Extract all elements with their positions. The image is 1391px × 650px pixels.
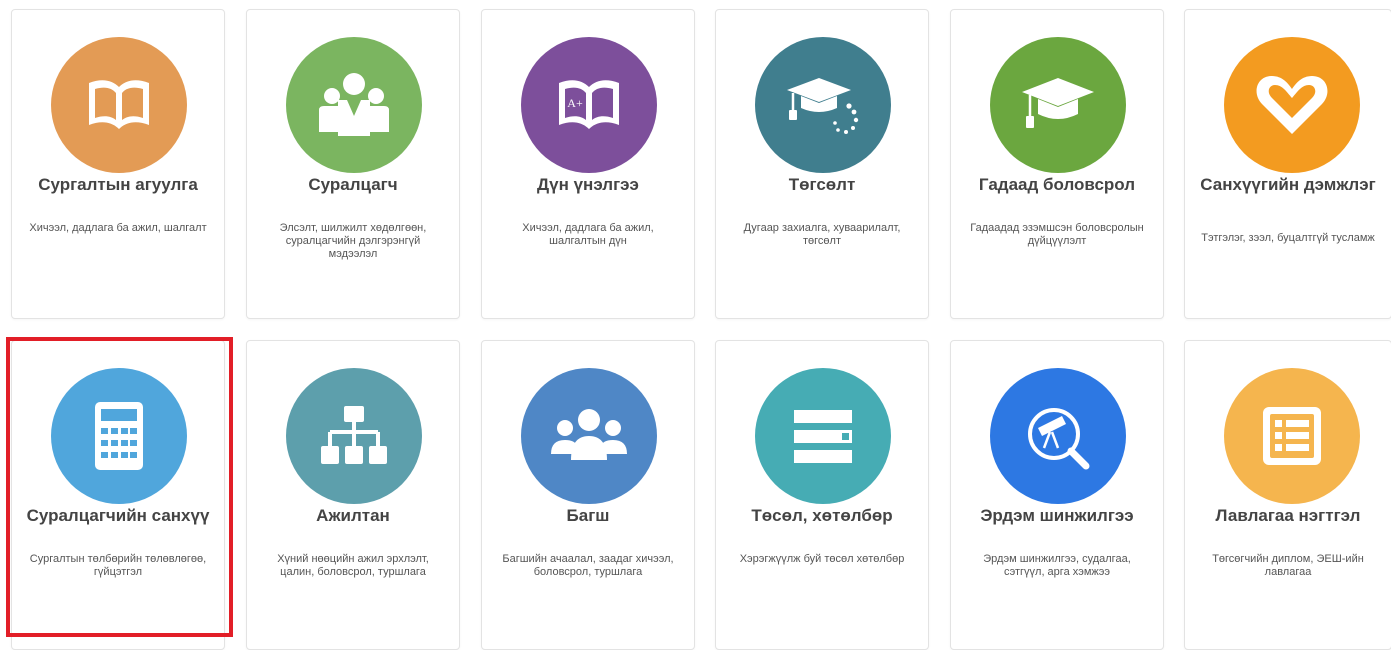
tile-description: Гадаадад эзэмшсэн боловсролын дүйцүүлэлт (970, 222, 1144, 247)
tile-student-finance[interactable]: Суралцагчийн санхүү Сургалтын төлбөрийн … (11, 340, 225, 650)
tile-icon-circle (521, 368, 657, 504)
tile-icon-circle (755, 368, 891, 504)
tile-research[interactable]: Эрдэм шинжилгээ Эрдэм шинжилгээ, судалга… (950, 340, 1164, 650)
tile-description: Эрдэм шинжилгээ, судалгаа, сэтгүүл, арга… (983, 553, 1131, 578)
tile-description: Тэтгэлэг, зээл, буцалтгүй тусламж (1201, 232, 1375, 244)
tile-references[interactable]: Лавлагаа нэгтгэл Төгсөгчийн диплом, ЭЕШ-… (1184, 340, 1391, 650)
tile-description: Хичээл, дадлага ба ажил, шалгалтын дүн (522, 222, 654, 247)
tile-title: Суралцагч (308, 175, 398, 194)
tile-icon-circle (990, 37, 1126, 173)
tile-icon-circle (990, 368, 1126, 504)
tile-description: Элсэлт, шилжилт хөдөлгөөн, суралцагчийн … (279, 222, 427, 260)
graduation-cap-icon (1022, 78, 1094, 128)
org-chart-icon (321, 406, 387, 464)
tile-grades[interactable]: A+ Дүн үнэлгээ Хичээл, дадлага ба ажил, … (481, 9, 695, 319)
list-bars-icon (794, 410, 852, 463)
tile-icon-circle (286, 37, 422, 173)
checklist-icon (1263, 407, 1321, 465)
tile-title: Ажилтан (316, 506, 390, 525)
tile-projects[interactable]: Төсөл, хөтөлбөр Хэрэгжүүлж буй төсөл хөт… (715, 340, 929, 650)
tile-icon-circle (1224, 37, 1360, 173)
tile-title: Дүн үнэлгээ (537, 175, 639, 194)
tile-description: Төгсөгчийн диплом, ЭЕШ-ийн лавлагаа (1212, 553, 1364, 578)
tile-icon-circle (286, 368, 422, 504)
tile-financial-support[interactable]: Санхүүгийн дэмжлэг Тэтгэлэг, зээл, буцал… (1184, 9, 1391, 319)
open-book-icon (89, 80, 149, 129)
tile-description: Хэрэгжүүлж буй төсөл хөтөлбөр (739, 553, 905, 565)
tile-teachers[interactable]: Багш Багшийн ачаалал, заадаг хичээл, бол… (481, 340, 695, 650)
tile-title: Эрдэм шинжилгээ (980, 506, 1134, 525)
tile-description: Сургалтын төлбөрийн төлөвлөгөө, гүйцэтгэ… (29, 553, 207, 578)
tile-icon-circle (51, 37, 187, 173)
tile-title: Лавлагаа нэгтгэл (1215, 506, 1361, 525)
tile-icon-circle: A+ (521, 37, 657, 173)
students-group-icon (319, 73, 389, 136)
tile-description: Хичээл, дадлага ба ажил, шалгалт (29, 222, 207, 234)
grade-mark: A+ (567, 96, 583, 110)
tile-icon-circle (51, 368, 187, 504)
tile-title: Суралцагчийн санхүү (26, 506, 210, 525)
heart-icon (1256, 76, 1328, 134)
tile-title: Төгсөлт (788, 175, 856, 194)
calculator-icon (95, 402, 143, 470)
tile-title: Гадаад боловсрол (978, 175, 1136, 194)
tile-title: Төсөл, хөтөлбөр (751, 506, 893, 525)
tile-graduation[interactable]: Төгсөлт Дугаар захиалга, хуваарилалт, тө… (715, 9, 929, 319)
tile-title: Багш (566, 506, 610, 525)
tile-students[interactable]: Суралцагч Элсэлт, шилжилт хөдөлгөөн, сур… (246, 9, 460, 319)
tile-title: Сургалтын агуулга (38, 175, 198, 194)
tile-foreign-education[interactable]: Гадаад боловсрол Гадаадад эзэмшсэн болов… (950, 9, 1164, 319)
tile-description: Хүний нөөцийн ажил эрхлэлт, цалин, болов… (277, 553, 429, 578)
tile-description: Дугаар захиалга, хуваарилалт, төгсөлт (743, 222, 901, 247)
tile-staff[interactable]: Ажилтан Хүний нөөцийн ажил эрхлэлт, цали… (246, 340, 460, 650)
telescope-search-icon (1028, 408, 1090, 470)
tile-icon-circle (1224, 368, 1360, 504)
tile-icon-circle (755, 37, 891, 173)
tile-description: Багшийн ачаалал, заадаг хичээл, боловсро… (502, 553, 674, 578)
graduation-cap-loading-icon (787, 78, 859, 134)
teachers-group-icon (551, 409, 627, 460)
tile-curriculum[interactable]: Сургалтын агуулга Хичээл, дадлага ба ажи… (11, 9, 225, 319)
tile-title: Санхүүгийн дэмжлэг (1200, 175, 1376, 194)
grade-book-icon: A+ (559, 80, 619, 129)
